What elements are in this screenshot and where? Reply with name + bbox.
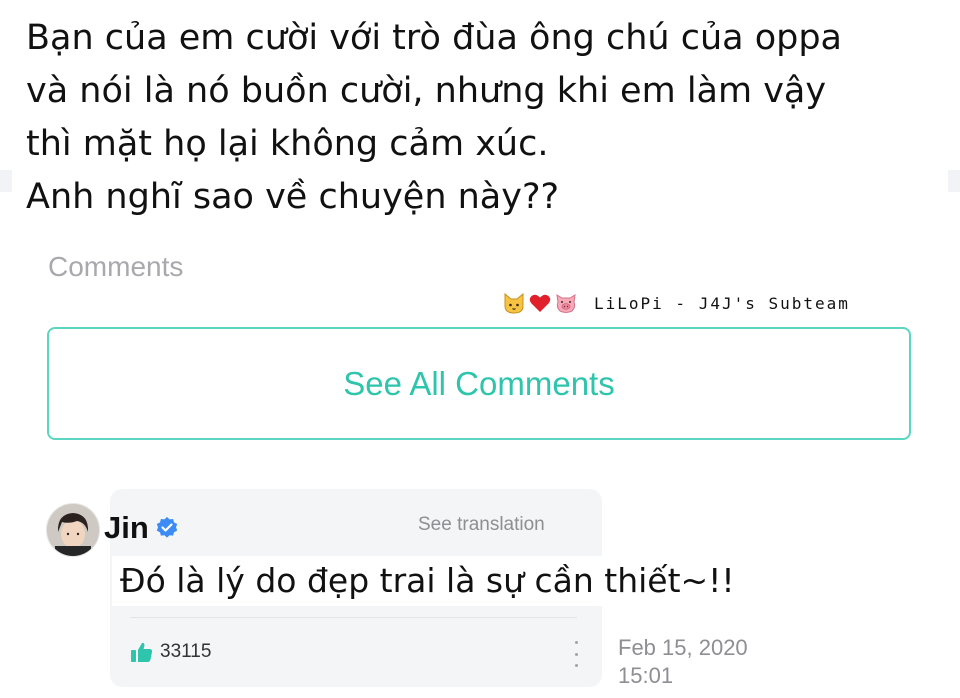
- comment-text: Đó là lý do đẹp trai là sự cần thiết~!!: [112, 556, 812, 606]
- question-line: thì mặt họ lại không cảm xúc.: [26, 124, 549, 164]
- card-divider: [130, 617, 577, 618]
- question-text: Bạn của em cười với trò đùa ông chú của …: [26, 12, 946, 224]
- comment-time: 15:01: [618, 663, 674, 688]
- avatar[interactable]: [46, 503, 100, 557]
- more-options-icon[interactable]: [566, 641, 586, 667]
- avatar-image: [47, 504, 99, 556]
- comment-timestamp: Feb 15, 2020 15:01: [618, 634, 748, 690]
- thumbs-up-icon: [131, 642, 153, 662]
- like-button[interactable]: 33115: [130, 638, 211, 666]
- comments-heading: Comments: [48, 251, 184, 282]
- question-line: Anh nghĩ sao về chuyện này??: [26, 177, 560, 217]
- like-count: 33115: [160, 641, 212, 662]
- watermark-text: LiLoPi - J4J's Subteam: [594, 293, 850, 313]
- verified-badge-icon: [156, 517, 177, 538]
- cat-face-icon: [504, 292, 524, 314]
- red-heart-icon: [529, 294, 551, 312]
- author-name[interactable]: Jin: [104, 510, 149, 546]
- question-line: và nói là nó buồn cười, nhưng khi em làm…: [26, 71, 827, 111]
- see-all-comments-button[interactable]: See All Comments: [47, 327, 911, 440]
- pig-face-icon: [556, 294, 576, 313]
- comment-author: Jin: [104, 506, 179, 550]
- question-line: Bạn của em cười với trò đùa ông chú của …: [26, 18, 843, 58]
- left-edge-mark: [0, 170, 12, 192]
- comment-date: Feb 15, 2020: [618, 635, 748, 660]
- right-edge-mark: [948, 170, 960, 192]
- watermark: LiLoPi - J4J's Subteam: [502, 288, 850, 318]
- see-translation-link[interactable]: See translation: [418, 514, 545, 536]
